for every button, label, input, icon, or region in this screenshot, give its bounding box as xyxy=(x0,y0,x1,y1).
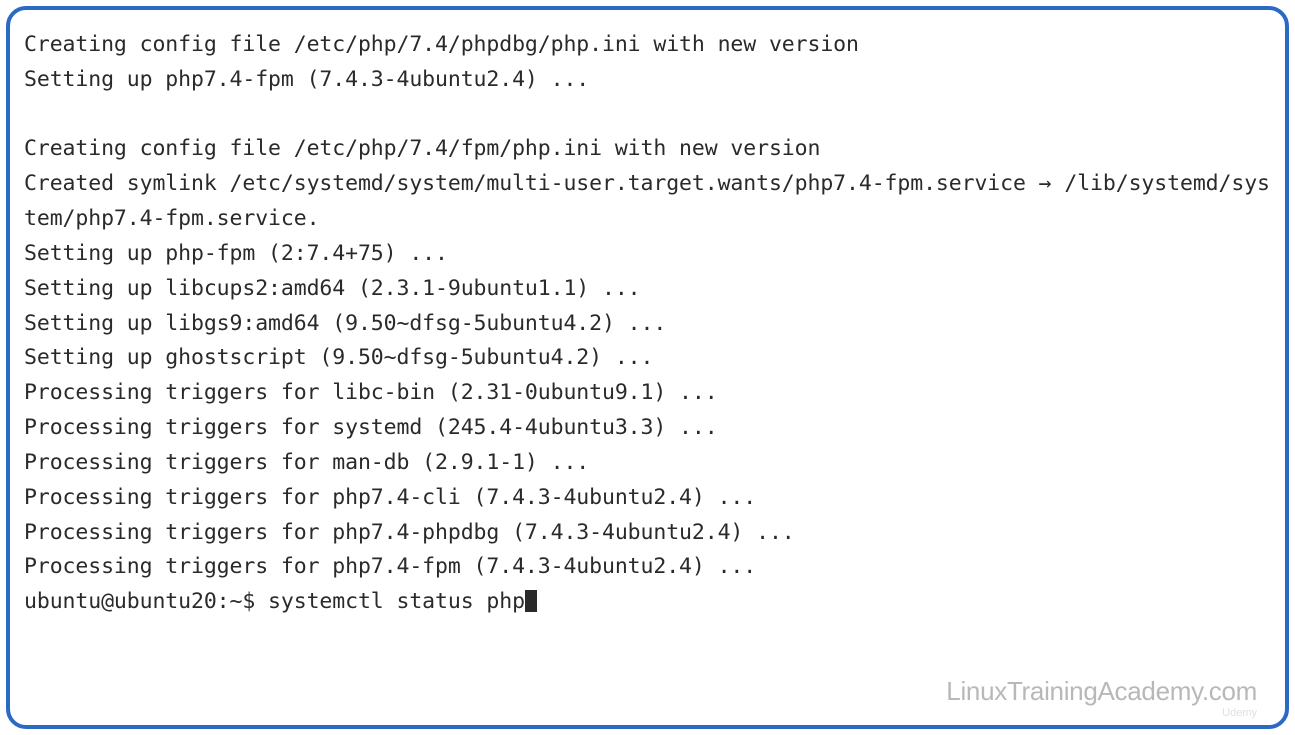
output-line-14: Processing triggers for php7.4-fpm (7.4.… xyxy=(24,554,756,579)
terminal-window: Creating config file /etc/php/7.4/phpdbg… xyxy=(6,6,1289,729)
output-line-11: Processing triggers for man-db (2.9.1-1)… xyxy=(24,450,589,475)
output-line-4: Created symlink /etc/systemd/system/mult… xyxy=(24,171,1270,231)
output-line-9: Processing triggers for libc-bin (2.31-0… xyxy=(24,380,718,405)
output-line-13: Processing triggers for php7.4-phpdbg (7… xyxy=(24,520,795,545)
output-line-1: Setting up php7.4-fpm (7.4.3-4ubuntu2.4)… xyxy=(24,67,589,92)
output-line-10: Processing triggers for systemd (245.4-4… xyxy=(24,415,718,440)
shell-prompt: ubuntu@ubuntu20:~$ xyxy=(24,589,268,614)
terminal-output: Creating config file /etc/php/7.4/phpdbg… xyxy=(24,28,1271,620)
sub-watermark-text: Udemy xyxy=(1222,707,1257,719)
cursor-icon xyxy=(525,590,537,612)
output-line-8: Setting up ghostscript (9.50~dfsg-5ubunt… xyxy=(24,345,653,370)
watermark-text: LinuxTrainingAcademy.com xyxy=(946,676,1257,707)
output-line-12: Processing triggers for php7.4-cli (7.4.… xyxy=(24,485,756,510)
output-line-7: Setting up libgs9:amd64 (9.50~dfsg-5ubun… xyxy=(24,311,666,336)
output-line-5: Setting up php-fpm (2:7.4+75) ... xyxy=(24,241,448,266)
output-line-0: Creating config file /etc/php/7.4/phpdbg… xyxy=(24,32,859,57)
output-line-3: Creating config file /etc/php/7.4/fpm/ph… xyxy=(24,136,820,161)
typed-command: systemctl status php xyxy=(268,589,525,614)
prompt-line[interactable]: ubuntu@ubuntu20:~$ systemctl status php xyxy=(24,589,537,614)
output-line-6: Setting up libcups2:amd64 (2.3.1-9ubuntu… xyxy=(24,276,641,301)
